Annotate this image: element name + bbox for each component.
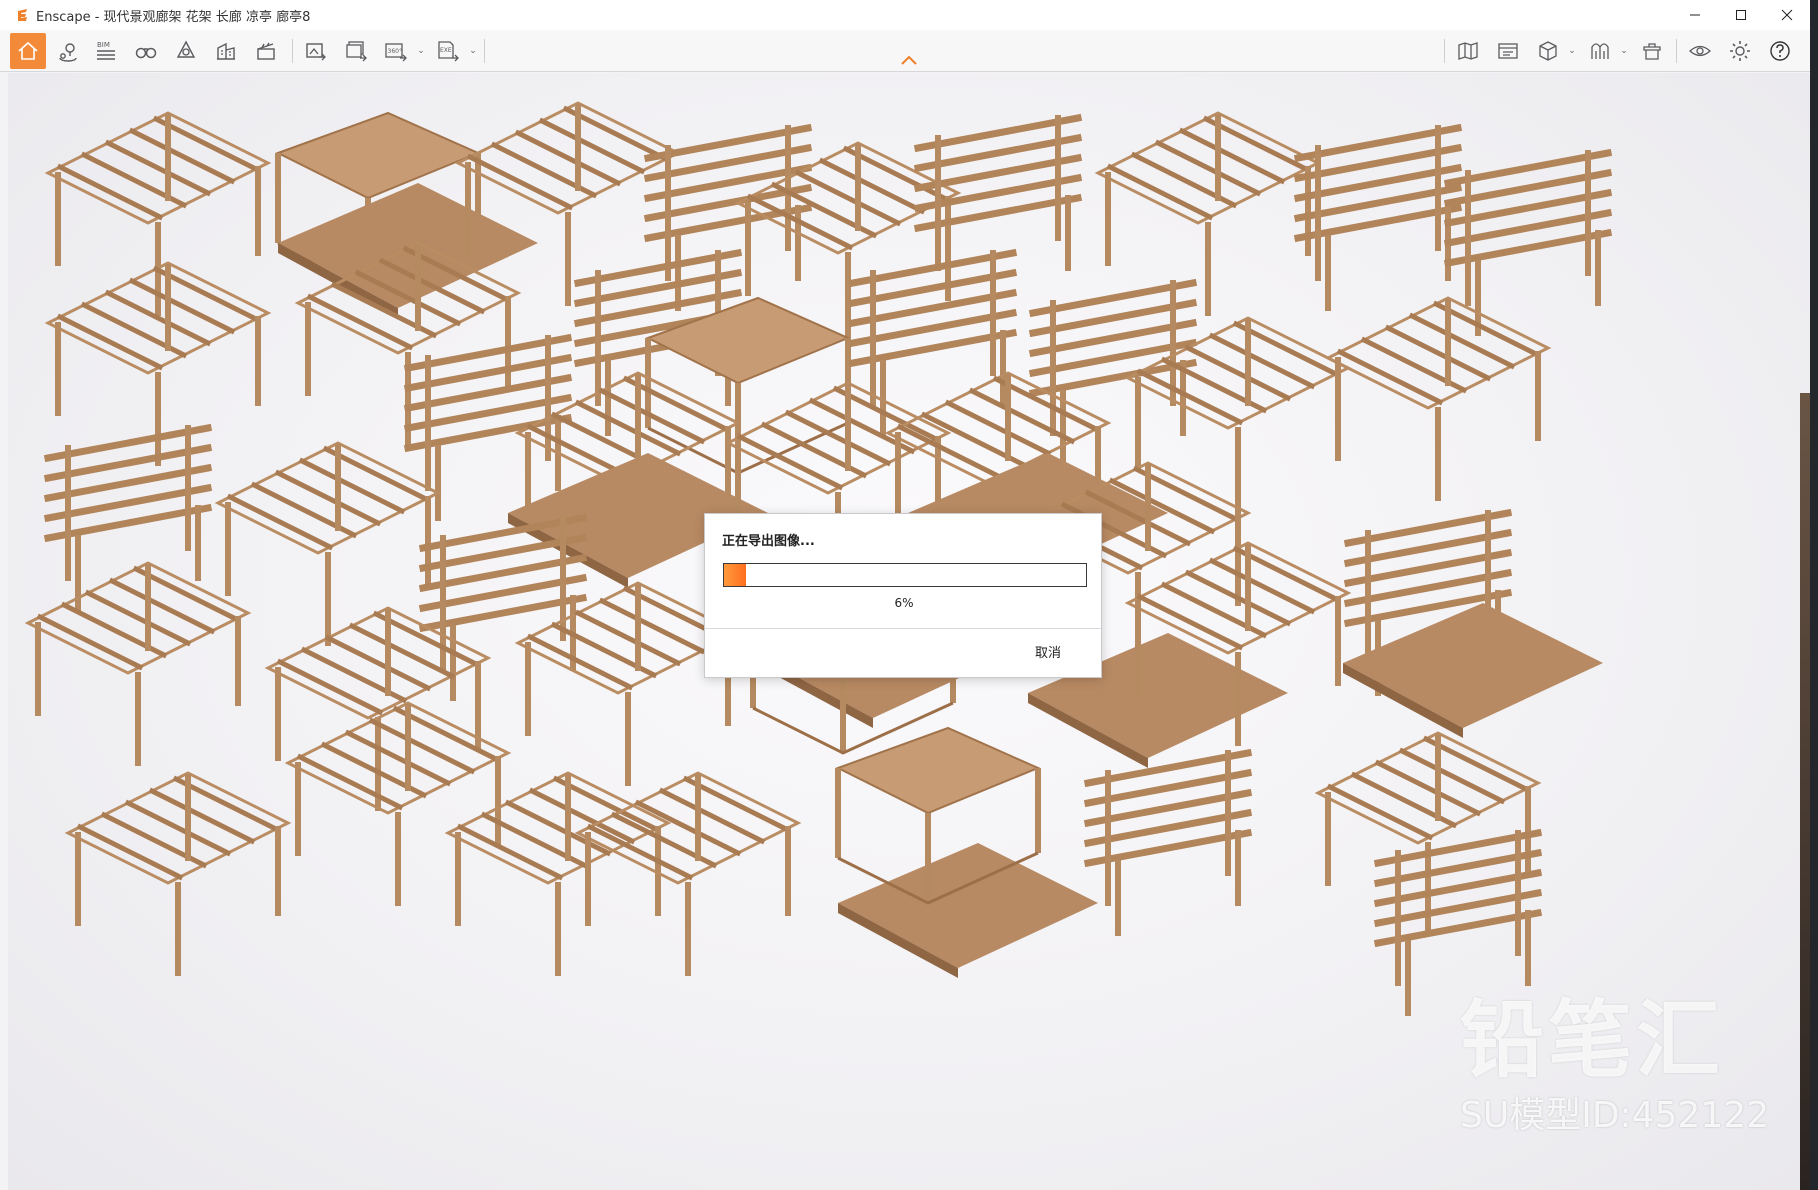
- svg-text:EXE: EXE: [440, 47, 452, 54]
- panorama-button[interactable]: 360°: [380, 34, 412, 68]
- svg-text:BIM: BIM: [97, 41, 110, 49]
- view-management-button[interactable]: [52, 34, 84, 68]
- watermark-model-id: SU模型ID:452122: [1460, 1095, 1770, 1136]
- video-editor-icon: [1498, 43, 1518, 59]
- panorama-dropdown-caret[interactable]: ⌄: [416, 46, 426, 56]
- screenshot-export-icon: [306, 43, 326, 61]
- material-button[interactable]: [1584, 34, 1616, 68]
- export-progress-dialog: 正在导出图像... 6% 取消: [704, 513, 1102, 678]
- window-title: Enscape - 现代景观廊架 花架 长廊 凉亭 廊亭8: [36, 9, 311, 25]
- progress-fill: [724, 564, 746, 586]
- map-icon: [1458, 42, 1478, 60]
- building-icon: [217, 42, 235, 60]
- cube-dropdown-caret[interactable]: ⌄: [1567, 46, 1577, 56]
- window-controls: [1672, 0, 1810, 30]
- dialog-divider: [705, 628, 1101, 629]
- toolbar-separator: [1676, 39, 1677, 63]
- atmosphere-icon: [176, 40, 196, 58]
- toolbar-separator: [484, 39, 485, 63]
- export-progress-bar: [723, 563, 1087, 587]
- cancel-button[interactable]: 取消: [1035, 642, 1061, 661]
- toolbar-separator: [292, 39, 293, 63]
- asset-library-button[interactable]: [1636, 34, 1668, 68]
- video-button[interactable]: [250, 34, 282, 68]
- clapperboard-icon: [257, 42, 275, 60]
- batch-render-icon: [346, 41, 367, 62]
- minimize-button[interactable]: [1672, 0, 1718, 30]
- viewport-edge-shading: [1800, 393, 1810, 1190]
- panorama-icon: 360°: [385, 43, 407, 62]
- video-editor-button[interactable]: [1492, 34, 1524, 68]
- visual-settings-button[interactable]: [1684, 34, 1716, 68]
- screenshot-export-button[interactable]: [300, 34, 332, 68]
- settings-button[interactable]: [1724, 34, 1756, 68]
- visual-settings-icon: [1689, 45, 1711, 57]
- maximize-icon: [1736, 10, 1746, 20]
- home-icon: [18, 41, 38, 60]
- batch-render-button[interactable]: [340, 34, 372, 68]
- cube-button[interactable]: [1532, 34, 1564, 68]
- progress-percentage: 6%: [894, 596, 914, 610]
- exe-dropdown-caret[interactable]: ⌄: [468, 46, 478, 56]
- material-icon: [1591, 43, 1609, 59]
- material-dropdown-caret[interactable]: ⌄: [1619, 46, 1629, 56]
- cube-icon: [1539, 41, 1557, 61]
- close-button[interactable]: [1764, 0, 1810, 30]
- exe-export-button[interactable]: EXE: [432, 34, 464, 68]
- settings-gear-icon: [1730, 41, 1750, 61]
- close-icon: [1781, 9, 1793, 21]
- binoculars-icon: [135, 47, 157, 59]
- bim-icon: BIM: [97, 41, 115, 60]
- help-button[interactable]: [1764, 34, 1796, 68]
- building-button[interactable]: [210, 34, 242, 68]
- atmosphere-button[interactable]: [170, 34, 202, 68]
- maximize-button[interactable]: [1718, 0, 1764, 30]
- home-button[interactable]: [10, 33, 46, 69]
- location-pin-icon: [59, 43, 77, 62]
- asset-library-icon: [1643, 43, 1661, 60]
- help-icon: [1770, 41, 1790, 61]
- binoculars-button[interactable]: [130, 34, 162, 68]
- dialog-title: 正在导出图像...: [722, 534, 815, 549]
- minimize-icon: [1690, 14, 1700, 16]
- map-button[interactable]: [1452, 34, 1484, 68]
- enscape-logo-icon: [18, 9, 27, 21]
- enscape-window: Enscape - 现代景观廊架 花架 长廊 凉亭 廊亭8 BIM 360° ⌄…: [0, 0, 1818, 1190]
- bim-button[interactable]: BIM: [90, 34, 122, 68]
- svg-text:360°: 360°: [388, 48, 402, 55]
- watermark-brand: 铅笔汇: [1460, 991, 1725, 1089]
- title-bar: Enscape - 现代景观廊架 花架 长廊 凉亭 廊亭8: [0, 0, 1810, 30]
- exe-export-icon: EXE: [438, 41, 459, 62]
- toolbar-separator: [1444, 39, 1445, 63]
- toolbar-collapse-arrow-icon[interactable]: [899, 54, 919, 66]
